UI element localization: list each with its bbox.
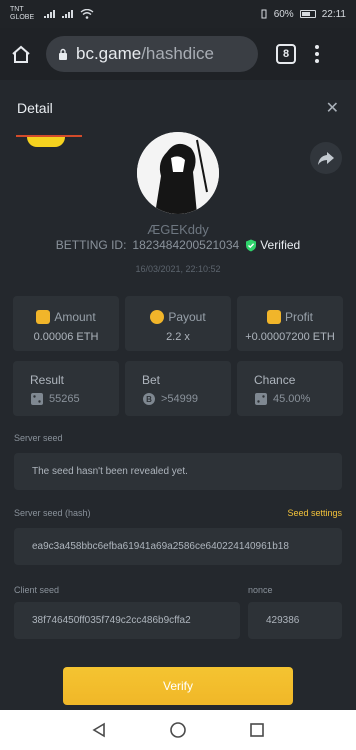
bet-datetime: 16/03/2021, 22:10:52: [135, 264, 221, 274]
client-seed-field[interactable]: 38f746450ff035f749c2cc486b9cffa2: [14, 602, 240, 639]
chance-card: Chance 45.00%: [237, 361, 343, 416]
money-bag-icon: [266, 310, 281, 324]
dice-chance-icon: [255, 393, 267, 405]
server-seed-field: The seed hasn't been revealed yet.: [14, 453, 342, 490]
stats-row-1: Amount 0.00006 ETH Payout 2.2 x Profit +…: [13, 296, 343, 351]
wifi-icon: [80, 9, 94, 19]
url-text: bc.game/hashdice: [76, 44, 214, 63]
chance-value: 45.00%: [273, 393, 311, 405]
verify-button[interactable]: Verify: [63, 667, 293, 705]
address-bar[interactable]: bc.game/hashdice: [46, 36, 258, 72]
payout-label: Payout: [168, 310, 206, 324]
money-hand-icon: [36, 310, 51, 324]
betting-id-row: BETTING ID: 1823484200521034 Verified: [0, 238, 356, 252]
clock: 22:11: [321, 8, 346, 20]
bet-label: Bet: [142, 373, 161, 387]
bet-value: >54999: [161, 393, 199, 405]
avatar-image: [137, 132, 219, 214]
profit-value: +0.00007200 ETH: [245, 331, 335, 343]
chance-label: Chance: [254, 373, 296, 387]
svg-text:B: B: [146, 395, 152, 404]
home-icon[interactable]: [10, 44, 32, 64]
payout-card: Payout 2.2 x: [125, 296, 231, 351]
menu-icon[interactable]: [314, 45, 320, 63]
lock-icon: [59, 48, 67, 60]
result-label: Result: [30, 373, 65, 387]
server-seed-label: Server seed: [14, 433, 63, 443]
vibrate-icon: [261, 9, 267, 19]
modal-header: Detail ✕: [0, 80, 356, 135]
coin-b-icon: B: [143, 393, 155, 405]
amount-label: Amount: [54, 310, 96, 324]
verified-label: Verified: [260, 238, 301, 252]
dice-icon: [31, 393, 43, 405]
share-button[interactable]: [310, 142, 342, 174]
verified-badge: Verified: [245, 238, 300, 252]
home-nav-icon[interactable]: [169, 721, 187, 739]
client-seed-label: Client seed: [14, 585, 60, 595]
result-card: Result 55265: [13, 361, 119, 416]
betting-id: 1823484200521034: [132, 238, 240, 252]
nonce-field[interactable]: 429386: [248, 602, 342, 639]
status-bar: TNT GLOBE 60% 22:11: [0, 0, 356, 28]
server-hash-field[interactable]: ea9c3a458bbc6efba61941a69a2586ce64022414…: [14, 528, 342, 565]
signal-2-icon: [62, 10, 74, 18]
server-hash-label: Server seed (hash): [14, 508, 91, 518]
close-icon[interactable]: ✕: [326, 98, 339, 118]
tab-switcher-button[interactable]: 8: [276, 44, 296, 64]
coins-icon: [150, 310, 165, 324]
nonce-label: nonce: [248, 585, 273, 595]
shield-check-icon: [246, 239, 257, 251]
carrier-1: TNT: [10, 6, 24, 13]
carrier-label: TNT GLOBE: [10, 6, 40, 22]
bet-card: Bet B >54999: [125, 361, 231, 416]
profit-label: Profit: [284, 310, 313, 324]
system-nav-bar: [0, 710, 356, 750]
battery-percent: 60%: [273, 8, 294, 20]
profit-card: Profit +0.00007200 ETH: [237, 296, 343, 351]
share-icon: [318, 152, 334, 165]
betting-id-label: BETTING ID:: [55, 238, 127, 252]
decor-sun: [27, 137, 65, 147]
status-right: 60% 22:11: [260, 9, 346, 20]
username: ÆGEKddy: [147, 222, 209, 237]
seed-settings-link[interactable]: Seed settings: [287, 508, 342, 518]
carrier-2: GLOBE: [10, 14, 35, 21]
back-icon[interactable]: [91, 722, 107, 738]
browser-toolbar: bc.game/hashdice 8: [0, 28, 356, 80]
recents-icon[interactable]: [249, 722, 265, 738]
result-value: 55265: [49, 393, 80, 405]
modal-title: Detail: [17, 99, 53, 116]
amount-value: 0.00006 ETH: [33, 331, 99, 343]
avatar: [137, 132, 219, 214]
detail-modal: Detail ✕ ÆGEKddy BETTING ID: 18234842005…: [0, 80, 356, 710]
signal-icons: [44, 9, 94, 19]
stats-row-2: Result 55265 Bet B >54999 Chance 45.00%: [13, 361, 343, 416]
battery-icon: [299, 10, 316, 18]
signal-1-icon: [44, 10, 56, 18]
amount-card: Amount 0.00006 ETH: [13, 296, 119, 351]
payout-value: 2.2 x: [166, 331, 190, 343]
